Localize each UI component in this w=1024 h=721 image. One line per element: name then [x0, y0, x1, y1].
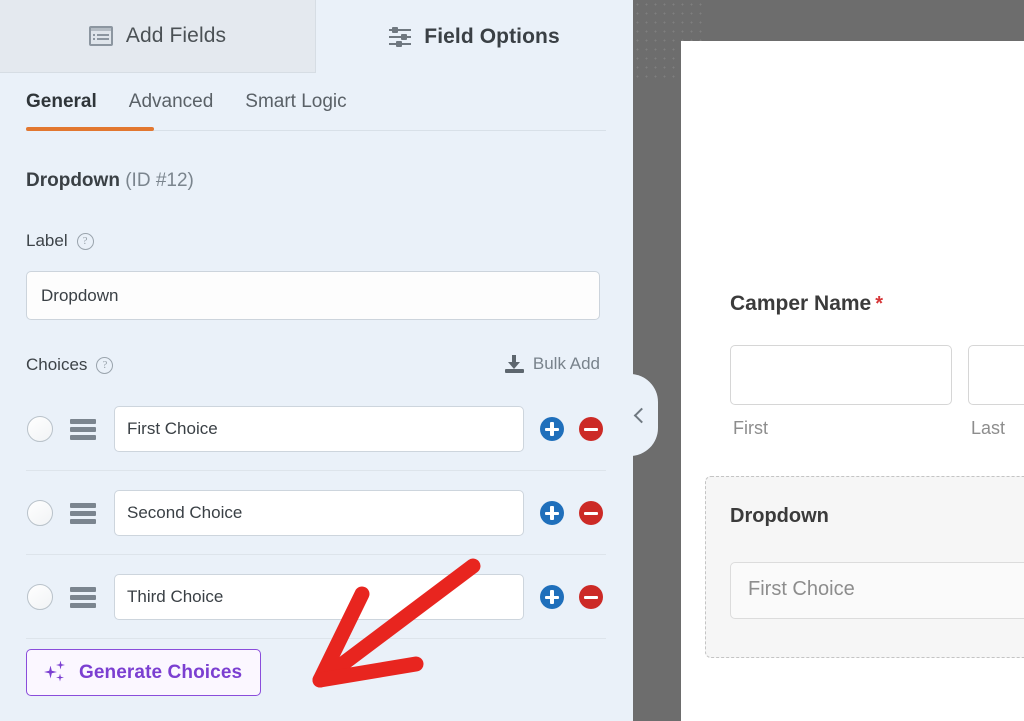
choices-section-title: Choices	[26, 355, 88, 374]
tab-add-fields-label: Add Fields	[125, 24, 227, 47]
remove-choice-button[interactable]	[579, 501, 603, 525]
field-heading: Dropdown (ID #12)	[26, 170, 194, 192]
add-choice-button[interactable]	[540, 417, 564, 441]
choice-row	[0, 387, 633, 471]
preview-dropdown-label: Dropdown	[730, 505, 829, 527]
choice-radio-preview[interactable]	[27, 584, 53, 610]
question-mark-icon[interactable]: ?	[96, 356, 114, 374]
collapse-panel-button[interactable]	[620, 374, 658, 456]
remove-choice-button[interactable]	[579, 585, 603, 609]
drag-handle-icon[interactable]	[70, 419, 96, 440]
sliders-icon	[389, 26, 412, 47]
preview-dropdown-selected-value: First Choice	[748, 578, 855, 600]
field-id-text: (ID #12)	[125, 170, 194, 191]
add-choice-button[interactable]	[540, 585, 564, 609]
field-options-subtabs: General Advanced Smart Logic	[0, 73, 633, 133]
form-list-icon	[88, 26, 113, 46]
label-section-header: Label ?	[26, 231, 94, 251]
remove-choice-button[interactable]	[579, 417, 603, 441]
choice-radio-preview[interactable]	[27, 416, 53, 442]
tab-field-options-label: Field Options	[424, 24, 560, 48]
drag-handle-icon[interactable]	[70, 503, 96, 524]
subtab-advanced[interactable]: Advanced	[129, 91, 214, 115]
add-choice-button[interactable]	[540, 501, 564, 525]
choice-row	[0, 471, 633, 555]
tab-field-options[interactable]: Field Options	[316, 0, 633, 73]
form-builder-screen: Camper Name * First Last Dropdown First C…	[0, 0, 1024, 721]
generate-choices-button[interactable]: Generate Choices	[26, 649, 262, 696]
field-type-title: Dropdown	[26, 170, 120, 191]
subtab-smart-logic[interactable]: Smart Logic	[245, 91, 346, 115]
generate-choices-label: Generate Choices	[79, 661, 243, 683]
camper-name-text: Camper Name	[730, 292, 872, 315]
bulk-add-button[interactable]: Bulk Add	[504, 354, 600, 374]
preview-camper-name-label: Camper Name *	[730, 292, 883, 316]
subtab-general[interactable]: General	[26, 91, 97, 115]
question-mark-icon[interactable]: ?	[76, 232, 94, 250]
preview-last-name-input[interactable]	[968, 345, 1024, 405]
choice-radio-preview[interactable]	[27, 500, 53, 526]
required-asterisk: *	[875, 293, 884, 315]
tab-add-fields[interactable]: Add Fields	[0, 0, 316, 73]
bulk-add-label: Bulk Add	[532, 354, 600, 373]
preview-last-sublabel: Last	[971, 418, 1006, 438]
preview-first-name-input[interactable]	[730, 345, 952, 405]
choices-section-header: Choices ?	[26, 355, 114, 375]
subtab-active-underline	[26, 127, 154, 131]
drag-handle-icon[interactable]	[70, 587, 96, 608]
choice-input-2[interactable]	[114, 490, 524, 536]
preview-first-sublabel: First	[733, 418, 768, 438]
sparkle-icon	[43, 660, 67, 685]
panel-tabbar: Add Fields Field Options	[0, 0, 633, 73]
choice-input-1[interactable]	[114, 406, 524, 452]
choice-row-divider	[26, 638, 606, 639]
label-section-title: Label	[26, 231, 68, 250]
chevron-left-icon	[633, 407, 650, 423]
download-icon	[504, 355, 524, 373]
choice-input-3[interactable]	[114, 574, 524, 620]
field-options-panel: Add Fields Field Options General Advance…	[0, 0, 633, 721]
choice-row	[0, 555, 633, 639]
label-input[interactable]	[26, 271, 600, 320]
